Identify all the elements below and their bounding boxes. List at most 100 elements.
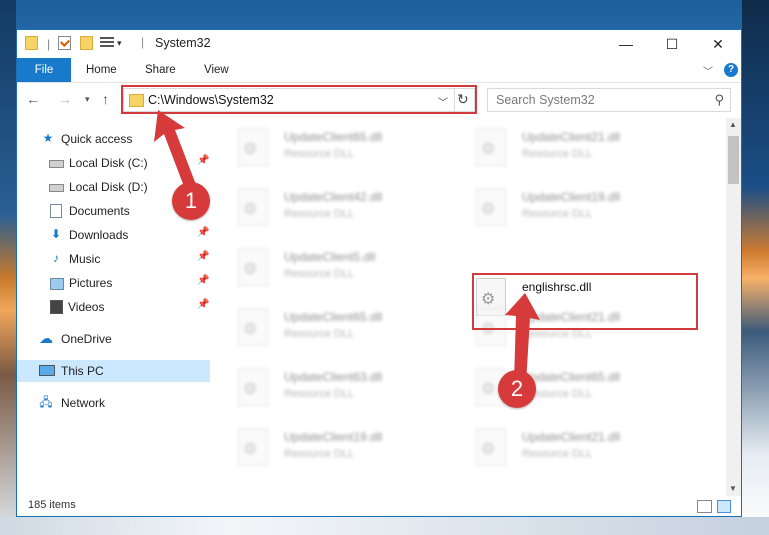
status-bar: 185 items	[17, 496, 741, 516]
search-icon[interactable]: ⚲	[714, 92, 724, 108]
address-highlight-box	[121, 85, 477, 114]
minimize-button[interactable]: —	[603, 30, 649, 58]
file-name: UpdateClient65.dll	[522, 370, 621, 384]
scroll-down-icon[interactable]: ▼	[729, 484, 737, 493]
file-type: Resource DLL	[522, 448, 593, 460]
pin-icon[interactable]: 📌	[197, 155, 209, 166]
dll-file-icon	[476, 428, 506, 466]
navigation-bar: ← → ▾ ↑ C:\Windows\System32 ﹀ ↻ Search S…	[17, 83, 741, 117]
tab-share[interactable]: Share	[145, 58, 176, 82]
new-folder-icon[interactable]	[80, 36, 93, 50]
expand-ribbon-icon[interactable]: ﹀	[703, 63, 713, 78]
file-item[interactable]: UpdateClient5.dll Resource DLL	[210, 246, 440, 298]
disk-icon	[49, 184, 64, 192]
back-arrow-icon[interactable]: ←	[26, 91, 40, 107]
sidebar-item-label: Quick access	[61, 132, 133, 146]
file-item[interactable]: UpdateClient65.dll Resource DLL	[210, 126, 440, 178]
file-type: Resource DLL	[284, 388, 355, 400]
vertical-scrollbar[interactable]: ▲ ▼	[726, 118, 741, 496]
dll-file-icon	[238, 368, 268, 406]
sidebar-item-label: Videos	[68, 300, 105, 314]
separator: |	[141, 35, 145, 49]
sidebar-item-videos[interactable]: Videos 📌	[17, 296, 210, 318]
star-icon: ★	[42, 131, 54, 145]
pin-icon[interactable]: 📌	[197, 227, 209, 238]
sidebar-item-label: OneDrive	[61, 332, 112, 346]
file-type: Resource DLL	[284, 268, 355, 280]
pin-icon[interactable]: 📌	[197, 275, 209, 286]
dll-file-icon	[238, 428, 268, 466]
file-name: UpdateClient65.dll	[284, 310, 383, 324]
navigation-pane: ★ Quick access Local Disk (C:) 📌 Local D…	[17, 118, 210, 496]
forward-arrow-icon[interactable]: →	[58, 91, 72, 107]
large-icons-view-icon[interactable]	[717, 500, 731, 513]
sidebar-item-this-pc[interactable]: This PC	[17, 360, 210, 382]
item-count: 185 items	[28, 499, 76, 511]
tab-view[interactable]: View	[204, 58, 229, 82]
recent-locations-icon[interactable]: ▾	[85, 94, 90, 105]
file-type: Resource DLL	[284, 448, 355, 460]
title-bar: | ▾ | System32 — ☐ ✕	[17, 30, 741, 58]
file-explorer-window: | ▾ | System32 — ☐ ✕ File Home Share Vie…	[16, 29, 742, 517]
pictures-icon	[50, 278, 64, 290]
file-item[interactable]: UpdateClient63.dll Resource DLL	[210, 366, 440, 418]
sidebar-item-local-disk-c[interactable]: Local Disk (C:) 📌	[17, 152, 210, 174]
sidebar-item-network[interactable]: 🖧 Network	[17, 392, 210, 414]
details-view-icon[interactable]	[697, 500, 712, 513]
sidebar-item-music[interactable]: ♪ Music 📌	[17, 248, 210, 270]
up-arrow-icon[interactable]: ↑	[102, 91, 109, 107]
file-item[interactable]: UpdateClient65.dll Resource DLL	[448, 366, 678, 418]
disk-icon	[49, 160, 64, 168]
sidebar-item-label: Local Disk (D:)	[69, 180, 148, 194]
download-icon: ⬇	[50, 227, 62, 241]
dll-file-icon	[476, 128, 506, 166]
folder-icon	[25, 36, 38, 50]
search-input[interactable]: Search System32 ⚲	[487, 88, 731, 112]
pc-icon	[39, 365, 55, 376]
file-item[interactable]: UpdateClient19.dll Resource DLL	[448, 186, 678, 238]
cloud-icon: ☁	[39, 330, 53, 346]
file-name: UpdateClient63.dll	[284, 370, 383, 384]
sidebar-item-pictures[interactable]: Pictures 📌	[17, 272, 210, 294]
file-type: Resource DLL	[284, 328, 355, 340]
sidebar-item-label: Local Disk (C:)	[69, 156, 148, 170]
file-type: Resource DLL	[522, 148, 593, 160]
tab-file[interactable]: File	[17, 58, 71, 82]
file-name: UpdateClient19.dll	[522, 190, 621, 204]
file-type: Resource DLL	[284, 148, 355, 160]
search-placeholder: Search System32	[496, 93, 595, 107]
dll-file-icon	[238, 308, 268, 346]
file-item[interactable]: UpdateClient65.dll Resource DLL	[210, 306, 440, 358]
sidebar-item-label: Documents	[69, 204, 130, 218]
sidebar-item-onedrive[interactable]: ☁ OneDrive	[17, 328, 210, 350]
file-list: UpdateClient65.dll Resource DLL UpdateCl…	[210, 118, 726, 496]
file-highlight-box	[472, 273, 698, 330]
file-item[interactable]: UpdateClient19.dll Resource DLL	[210, 426, 440, 478]
documents-icon	[50, 204, 62, 218]
dll-file-icon	[238, 248, 268, 286]
sidebar-item-label: Network	[61, 396, 106, 410]
tab-home[interactable]: Home	[86, 58, 117, 82]
close-button[interactable]: ✕	[695, 30, 741, 58]
desktop-wallpaper-right	[742, 0, 769, 535]
sidebar-item-label: This PC	[61, 364, 104, 378]
quick-access-dropdown-icon[interactable]: ▾	[117, 38, 122, 49]
step-1-badge: 1	[172, 182, 210, 220]
pin-icon[interactable]: 📌	[197, 251, 209, 262]
properties-icon[interactable]	[58, 36, 71, 50]
dll-file-icon	[476, 188, 506, 226]
view-icon[interactable]	[100, 36, 114, 48]
help-icon[interactable]: ?	[724, 63, 738, 77]
file-item[interactable]: UpdateClient42.dll Resource DLL	[210, 186, 440, 238]
pin-icon[interactable]: 📌	[197, 299, 209, 310]
maximize-button[interactable]: ☐	[649, 30, 695, 58]
window-title: System32	[155, 36, 211, 50]
scroll-up-icon[interactable]: ▲	[729, 120, 737, 129]
file-item[interactable]: UpdateClient21.dll Resource DLL	[448, 126, 678, 178]
file-item[interactable]: UpdateClient21.dll Resource DLL	[448, 426, 678, 478]
scroll-thumb[interactable]	[728, 136, 739, 184]
sidebar-item-downloads[interactable]: ⬇ Downloads 📌	[17, 224, 210, 246]
sidebar-item-quick-access[interactable]: ★ Quick access	[17, 128, 210, 150]
desktop-wallpaper-left	[0, 0, 16, 535]
file-name: UpdateClient42.dll	[284, 190, 383, 204]
